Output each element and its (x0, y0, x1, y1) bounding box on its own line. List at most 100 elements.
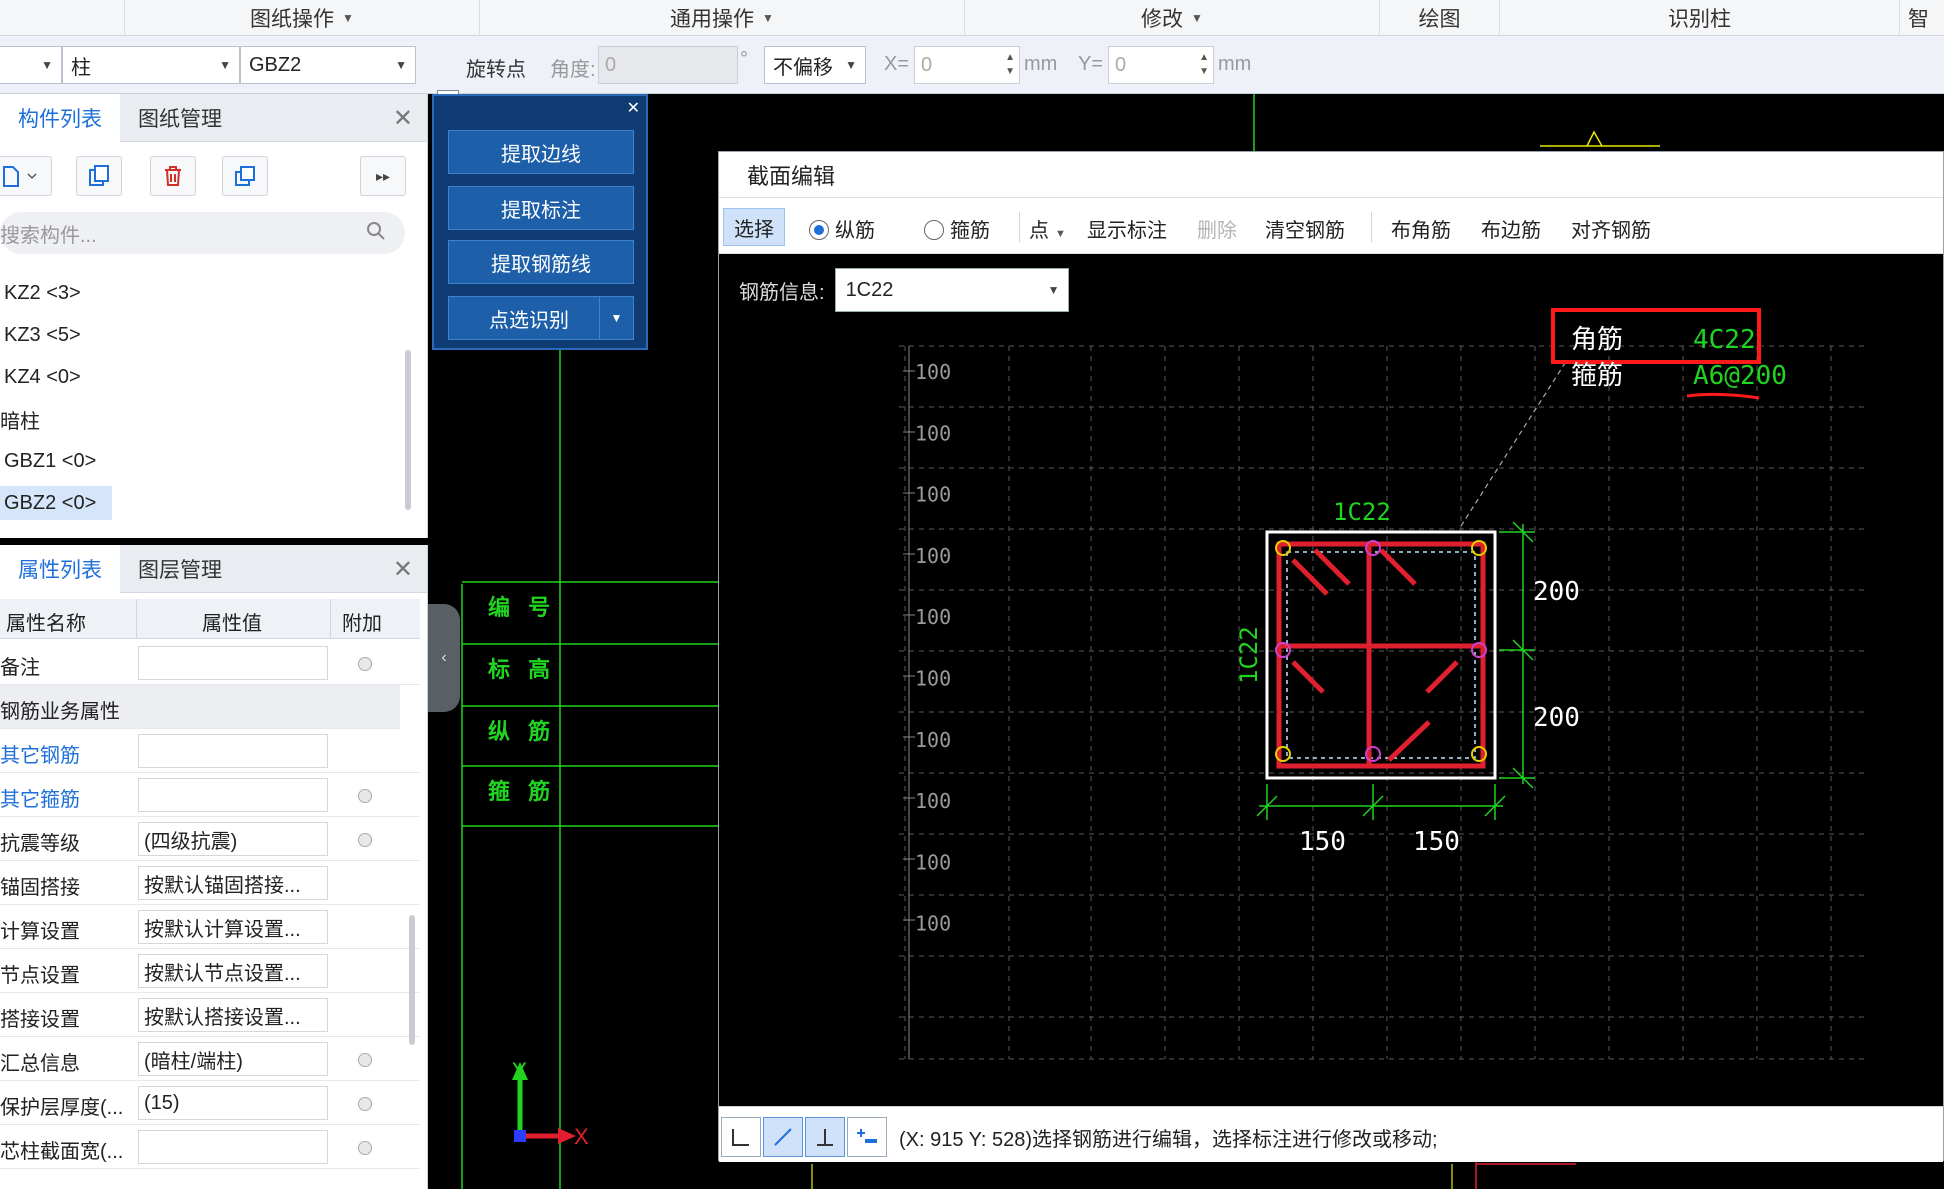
extract-edge-button[interactable]: 提取边线 (448, 130, 634, 174)
property-row[interactable]: 节点设置 按默认节点设置... (0, 949, 420, 993)
tab-component-list[interactable]: 构件列表 (0, 94, 120, 142)
delete-button[interactable]: 删除 (1197, 214, 1237, 243)
property-value-input[interactable]: 按默认节点设置... (138, 954, 328, 988)
dimension-snap-button[interactable] (847, 1117, 887, 1157)
property-row[interactable]: 汇总信息 (暗柱/端柱) (0, 1037, 420, 1081)
attach-indicator-icon[interactable] (358, 1141, 372, 1155)
new-component-button[interactable] (0, 156, 52, 196)
rebar-info-select[interactable]: 1C22 ▼ (834, 268, 1069, 312)
dimension-label[interactable]: 200 (1533, 577, 1580, 607)
select-tool-button[interactable]: 选择 (723, 208, 785, 246)
stirrup-radio[interactable]: 箍筋 (924, 214, 990, 243)
stirrup-value[interactable]: A6@200 (1693, 361, 1787, 391)
y-input[interactable]: 0 ▲ ▼ (1108, 46, 1214, 84)
edge-rebar-button[interactable]: 布边筋 (1481, 214, 1541, 243)
property-value-input[interactable] (138, 646, 328, 680)
copy-to-layer-button[interactable] (222, 156, 268, 196)
ribbon-group-draw[interactable]: 绘图 (1380, 0, 1500, 36)
line-snap-button[interactable] (763, 1117, 803, 1157)
property-row[interactable]: 芯柱截面宽(... (0, 1125, 420, 1169)
attach-indicator-icon[interactable] (358, 657, 372, 671)
extract-annotation-button[interactable]: 提取标注 (448, 186, 634, 230)
ribbon-group-drawing-ops[interactable]: 图纸操作 ▼ (125, 0, 480, 36)
ortho-snap-button[interactable] (721, 1117, 761, 1157)
ribbon-group-common-ops[interactable]: 通用操作 ▼ (480, 0, 965, 36)
ribbon-group-modify[interactable]: 修改 ▼ (965, 0, 1380, 36)
section-drawing[interactable]: 100 100 100 100 100 100 100 100 100 100 角筋 4C22 箍… (719, 254, 1944, 1106)
list-item-selected[interactable]: GBZ2 <0> (0, 486, 112, 520)
offset-mode-select[interactable]: 不偏移 ▼ (764, 46, 866, 84)
property-value-input[interactable]: (暗柱/端柱) (138, 1042, 328, 1076)
property-value-input[interactable]: (15) (138, 1086, 328, 1120)
property-value-input[interactable]: (四级抗震) (138, 822, 328, 856)
property-row[interactable]: 备注 (0, 641, 420, 685)
search-input[interactable]: 搜索构件... (0, 212, 405, 254)
property-row[interactable]: 抗震等级 (四级抗震) (0, 817, 420, 861)
clear-rebar-button[interactable]: 清空钢筋 (1265, 214, 1345, 243)
more-button[interactable]: ▸▸ (360, 156, 406, 196)
tab-drawing-management[interactable]: 图纸管理 (120, 94, 240, 142)
scrollbar[interactable] (405, 350, 411, 510)
dimension-label[interactable]: 150 (1299, 827, 1346, 857)
point-recognize-button[interactable]: 点选识别 ▼ (448, 296, 634, 340)
property-value-input[interactable] (138, 778, 328, 812)
category-select[interactable]: ▼ (0, 46, 62, 84)
list-item[interactable]: KZ4 <0> (0, 360, 81, 394)
property-value-input[interactable] (138, 1130, 328, 1164)
corner-label[interactable]: 角筋 (1571, 324, 1623, 354)
copy-button[interactable] (76, 156, 122, 196)
property-row[interactable]: 其它钢筋 (0, 729, 420, 773)
perpendicular-snap-button[interactable] (805, 1117, 845, 1157)
property-row[interactable]: 计算设置 按默认计算设置... (0, 905, 420, 949)
chevron-down-icon[interactable]: ▼ (599, 297, 633, 339)
close-icon[interactable]: ✕ (393, 104, 413, 133)
component-type-select[interactable]: 柱 ▼ (62, 46, 240, 84)
dimension-label[interactable]: 150 (1413, 827, 1460, 857)
attach-indicator-icon[interactable] (358, 833, 372, 847)
ribbon-group-recognize-column[interactable]: 识别柱 (1500, 0, 1900, 36)
extract-rebar-line-button[interactable]: 提取钢筋线 (448, 240, 634, 284)
scrollbar[interactable] (409, 915, 415, 1045)
close-icon[interactable]: ✕ (627, 98, 640, 118)
x-input[interactable]: 0 ▲ ▼ (914, 46, 1020, 84)
side-rebar-annotation[interactable]: 1C22 (1235, 626, 1263, 684)
attach-indicator-icon[interactable] (358, 1097, 372, 1111)
top-rebar-annotation[interactable]: 1C22 (1333, 498, 1391, 526)
longitudinal-radio[interactable]: 纵筋 (809, 214, 875, 243)
stirrup-label[interactable]: 箍筋 (1571, 360, 1623, 390)
property-row[interactable]: 保护层厚度(... (15) (0, 1081, 420, 1125)
list-item[interactable]: KZ2 <3> (0, 276, 81, 310)
ribbon-group-smart[interactable]: 智 (1900, 0, 1944, 36)
list-item[interactable]: GBZ1 <0> (0, 444, 96, 478)
property-value-input[interactable]: 按默认锚固搭接... (138, 866, 328, 900)
attach-indicator-icon[interactable] (358, 789, 372, 803)
grid-labels: 100 100 100 100 100 100 100 100 100 100 (915, 360, 951, 936)
delete-button[interactable] (150, 156, 196, 196)
section-canvas[interactable]: 钢筋信息: 1C22 ▼ 100 100 100 100 100 100 100… (719, 254, 1943, 1106)
property-row[interactable]: 搭接设置 按默认搭接设置... (0, 993, 420, 1037)
property-value-input[interactable] (138, 734, 328, 768)
property-row[interactable]: 锚固搭接 按默认锚固搭接... (0, 861, 420, 905)
corner-value[interactable]: 4C22 (1693, 325, 1756, 355)
list-item[interactable]: KZ3 <5> (0, 318, 81, 352)
property-value-input[interactable]: 按默认计算设置... (138, 910, 328, 944)
spinner-icon[interactable]: ▲ ▼ (1005, 51, 1015, 79)
component-name-select[interactable]: GBZ2 ▼ (240, 46, 416, 84)
tab-property-list[interactable]: 属性列表 (0, 545, 120, 593)
tab-layer-management[interactable]: 图层管理 (120, 545, 240, 593)
close-icon[interactable]: ✕ (393, 555, 413, 584)
show-annotation-button[interactable]: 显示标注 (1087, 214, 1167, 243)
property-value-input[interactable]: 按默认搭接设置... (138, 998, 328, 1032)
stirrups[interactable] (1276, 541, 1486, 769)
align-rebar-button[interactable]: 对齐钢筋 (1571, 214, 1651, 243)
dimension-label[interactable]: 200 (1533, 703, 1580, 733)
corner-rebar-button[interactable]: 布角筋 (1391, 214, 1451, 243)
spinner-icon[interactable]: ▲ ▼ (1199, 51, 1209, 79)
property-row[interactable]: 钢筋业务属性 (0, 685, 400, 729)
attach-indicator-icon[interactable] (358, 1053, 372, 1067)
point-mode-dropdown[interactable]: 点 ▼ (1029, 214, 1066, 243)
list-group-hidden-column[interactable]: 暗柱 (0, 402, 40, 436)
search-icon[interactable] (365, 220, 387, 248)
angle-input[interactable]: 0 (598, 46, 738, 84)
property-row[interactable]: 其它箍筋 (0, 773, 420, 817)
